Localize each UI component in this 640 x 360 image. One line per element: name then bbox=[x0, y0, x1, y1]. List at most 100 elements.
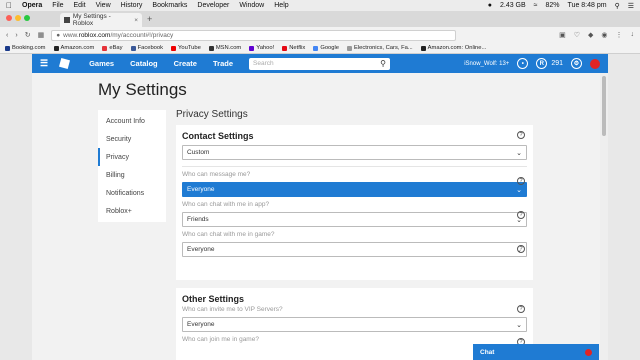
msn-icon bbox=[208, 45, 214, 51]
download-icon[interactable]: ↓ bbox=[631, 31, 635, 39]
bookmark-ebay[interactable]: eBay bbox=[102, 45, 123, 51]
amazon-icon bbox=[420, 45, 426, 51]
bookmark-amazon-online[interactable]: Amazon.com: Online... bbox=[420, 45, 486, 51]
sidebar-item-roblox-plus[interactable]: Roblox+ bbox=[98, 202, 166, 220]
nav-catalog[interactable]: Catalog bbox=[130, 59, 158, 68]
help-icon[interactable]: ? bbox=[517, 305, 525, 313]
search-placeholder: Search bbox=[253, 60, 274, 67]
close-tab-icon[interactable]: × bbox=[134, 17, 138, 24]
help-icon[interactable]: ? bbox=[517, 245, 525, 253]
sidebar-item-security[interactable]: Security bbox=[98, 130, 166, 148]
menu-view[interactable]: View bbox=[96, 2, 111, 9]
search-icon[interactable]: ⚲ bbox=[380, 59, 386, 68]
bookmark-label: Facebook bbox=[137, 45, 164, 51]
search-input[interactable]: Search ⚲ bbox=[249, 57, 390, 70]
field-label: Who can invite me to VIP Servers? bbox=[182, 306, 283, 313]
message-me-dropdown[interactable]: Everyone ⌄ bbox=[182, 182, 527, 197]
camera-icon[interactable]: ▣ bbox=[559, 31, 566, 39]
bookmark-label: Amazon.com bbox=[60, 45, 95, 51]
sidebar-item-privacy[interactable]: Privacy bbox=[98, 148, 166, 166]
page-scrollbar[interactable] bbox=[600, 73, 608, 360]
nav-trade[interactable]: Trade bbox=[213, 59, 233, 68]
url-domain: roblox.com bbox=[78, 31, 111, 39]
bookmark-label: Electronics, Cars, Fa... bbox=[354, 45, 413, 51]
bookmark-label: YouTube bbox=[178, 45, 201, 51]
bookmark-facebook[interactable]: Facebook bbox=[130, 45, 164, 51]
help-icon[interactable]: ? bbox=[517, 211, 525, 219]
apple-icon[interactable]:  bbox=[6, 1, 12, 10]
speed-dial-icon[interactable]: ▦ bbox=[38, 31, 45, 39]
chat-in-app-dropdown[interactable]: Friends ⌄ bbox=[182, 212, 527, 227]
lock-icon: ● bbox=[56, 31, 61, 39]
menu-help[interactable]: Help bbox=[274, 2, 288, 9]
menu-file[interactable]: File bbox=[52, 2, 63, 9]
menu-edit[interactable]: Edit bbox=[74, 2, 86, 9]
hamburger-menu-icon[interactable]: ☰ bbox=[40, 58, 48, 69]
close-window-icon[interactable] bbox=[6, 15, 12, 21]
yahoo-icon bbox=[249, 45, 255, 51]
bookmark-msn[interactable]: MSN.com bbox=[208, 45, 241, 51]
notifications-icon[interactable]: • bbox=[517, 58, 529, 69]
menu-developer[interactable]: Developer bbox=[197, 2, 229, 9]
forward-icon[interactable]: › bbox=[15, 32, 17, 39]
status-area: ● 2.43 GB ≈ 82% Tue 8:48 pm ⚲ ☰ bbox=[488, 2, 634, 10]
contact-settings-heading: Contact Settings bbox=[182, 131, 254, 141]
help-icon[interactable]: ? bbox=[517, 131, 525, 139]
vip-invite-dropdown[interactable]: Everyone ⌄ bbox=[182, 317, 527, 332]
netflix-icon bbox=[282, 45, 288, 51]
bookmark-ebay-electronics[interactable]: Electronics, Cars, Fa... bbox=[347, 45, 413, 51]
ebay-icon bbox=[102, 45, 108, 51]
dropdown-value: Everyone bbox=[187, 321, 215, 328]
nav-create[interactable]: Create bbox=[174, 59, 197, 68]
robux-balance[interactable]: 291 bbox=[551, 60, 563, 67]
nav-games[interactable]: Games bbox=[89, 59, 114, 68]
heart-icon[interactable]: ♡ bbox=[574, 31, 580, 39]
menu-bookmarks[interactable]: Bookmarks bbox=[152, 2, 187, 9]
zoom-window-icon[interactable] bbox=[24, 15, 30, 21]
chat-notification-icon bbox=[585, 348, 592, 356]
field-label: Who can chat with me in game? bbox=[182, 231, 275, 238]
menu-app[interactable]: Opera bbox=[22, 2, 42, 9]
vpn-icon[interactable]: ◉ bbox=[601, 31, 607, 39]
sidebar-item-notifications[interactable]: Notifications bbox=[98, 184, 166, 202]
chat-in-game-dropdown[interactable]: Everyone ⌄ bbox=[182, 242, 527, 257]
wifi-icon[interactable]: ≈ bbox=[534, 2, 538, 9]
bookmark-google[interactable]: Google bbox=[313, 45, 339, 51]
notification-center-icon[interactable]: ☰ bbox=[628, 2, 634, 10]
alert-icon[interactable] bbox=[590, 58, 600, 69]
settings-gear-icon[interactable]: ⚙ bbox=[571, 58, 582, 69]
chevron-down-icon: ⌄ bbox=[516, 149, 522, 157]
contact-preset-dropdown[interactable]: Custom ⌄ bbox=[182, 145, 527, 160]
bookmark-yahoo[interactable]: Yahoo! bbox=[249, 45, 274, 51]
minimize-window-icon[interactable] bbox=[15, 15, 21, 21]
help-icon[interactable]: ? bbox=[517, 177, 525, 185]
robux-icon[interactable]: R bbox=[536, 58, 548, 69]
menu-icon[interactable]: ⋮ bbox=[616, 31, 623, 39]
reload-icon[interactable]: ↻ bbox=[25, 31, 31, 39]
roblox-favicon-icon bbox=[64, 17, 70, 23]
back-icon[interactable]: ‹ bbox=[6, 32, 8, 39]
memory-readout: 2.43 GB bbox=[499, 2, 526, 9]
roblox-logo-icon[interactable] bbox=[59, 57, 71, 70]
sidebar-item-account-info[interactable]: Account Info bbox=[98, 112, 166, 130]
new-tab-icon[interactable]: + bbox=[147, 14, 152, 24]
scrollbar-thumb[interactable] bbox=[602, 76, 606, 136]
menu-window[interactable]: Window bbox=[239, 2, 264, 9]
bookmark-youtube[interactable]: YouTube bbox=[171, 45, 201, 51]
url-field[interactable]: ● www. roblox.com /my/account#!/privacy bbox=[51, 29, 457, 41]
bookmark-amazon[interactable]: Amazon.com bbox=[53, 45, 95, 51]
chat-bar[interactable]: Chat bbox=[473, 344, 599, 360]
sidebar-item-billing[interactable]: Billing bbox=[98, 166, 166, 184]
bookmark-booking[interactable]: Booking.com bbox=[5, 45, 46, 51]
chat-label: Chat bbox=[480, 348, 495, 356]
clock[interactable]: Tue 8:48 pm bbox=[568, 2, 607, 9]
username[interactable]: iSnow_Wolf: 13+ bbox=[464, 61, 509, 67]
tab-my-settings[interactable]: My Settings - Roblox × bbox=[60, 13, 142, 27]
extension-icon[interactable]: ◆ bbox=[588, 31, 593, 39]
spotlight-icon[interactable]: ⚲ bbox=[615, 2, 620, 10]
bookmark-netflix[interactable]: Netflix bbox=[282, 45, 305, 51]
facebook-icon bbox=[130, 45, 136, 51]
settings-sidenav: Account Info Security Privacy Billing No… bbox=[98, 110, 166, 222]
roblox-page: ☰ Games Catalog Create Trade Search ⚲ iS… bbox=[32, 54, 608, 360]
menu-history[interactable]: History bbox=[121, 2, 143, 9]
